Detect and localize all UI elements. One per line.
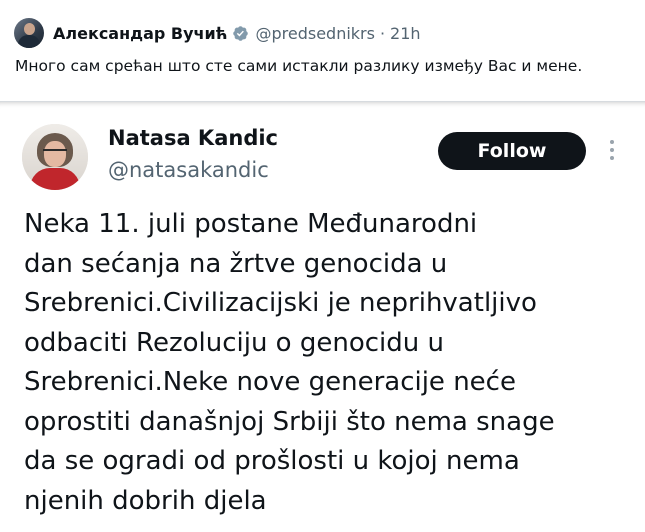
outer-tweet-header: Александар Вучић @predsednikrs · 21h [14, 18, 421, 48]
quoted-author-name[interactable]: Natasa Kandic [108, 126, 278, 150]
outer-tweet: Александар Вучић @predsednikrs · 21h Мно… [0, 0, 645, 532]
quoted-avatar[interactable] [22, 124, 88, 190]
outer-tweet-text: Много сам срећан што сте сами истакли ра… [15, 57, 583, 75]
outer-author-handle[interactable]: @predsednikrs [255, 24, 374, 43]
header-separator: · [379, 23, 386, 43]
quoted-text-line: dan sećanja na žrtve genocida u [24, 248, 448, 279]
quoted-author-handle[interactable]: @natasakandic [108, 158, 269, 182]
verified-badge-icon [233, 25, 249, 41]
outer-author-name[interactable]: Александар Вучић [53, 24, 227, 43]
outer-avatar[interactable] [14, 18, 44, 48]
quoted-text-line: oprostiti današnjoj Srbiji što nema snag… [24, 406, 555, 437]
quoted-tweet-text: Neka 11. juli postane Međunarodni dan se… [24, 205, 624, 521]
quoted-text-line: njenih dobrih djela [24, 485, 267, 516]
quoted-text-line: Srebrenici.Civilizacijski je neprihvatlj… [24, 288, 537, 318]
follow-button[interactable]: Follow [438, 132, 586, 170]
more-vertical-icon[interactable] [609, 140, 615, 164]
tweet-timestamp[interactable]: 21h [390, 24, 421, 43]
quoted-text-line: Srebrenici.Neke nove generacije neće [24, 367, 516, 397]
quoted-tweet-screenshot[interactable]: Natasa Kandic @natasakandic Follow Neka … [0, 101, 645, 532]
quoted-text-line: Neka 11. juli postane Međunarodni [24, 209, 478, 239]
quoted-text-line: da se ogradi od prošlosti u kojoj nema [24, 446, 520, 476]
quoted-text-line: odbaciti Rezoluciju o genocidu u [24, 327, 444, 358]
